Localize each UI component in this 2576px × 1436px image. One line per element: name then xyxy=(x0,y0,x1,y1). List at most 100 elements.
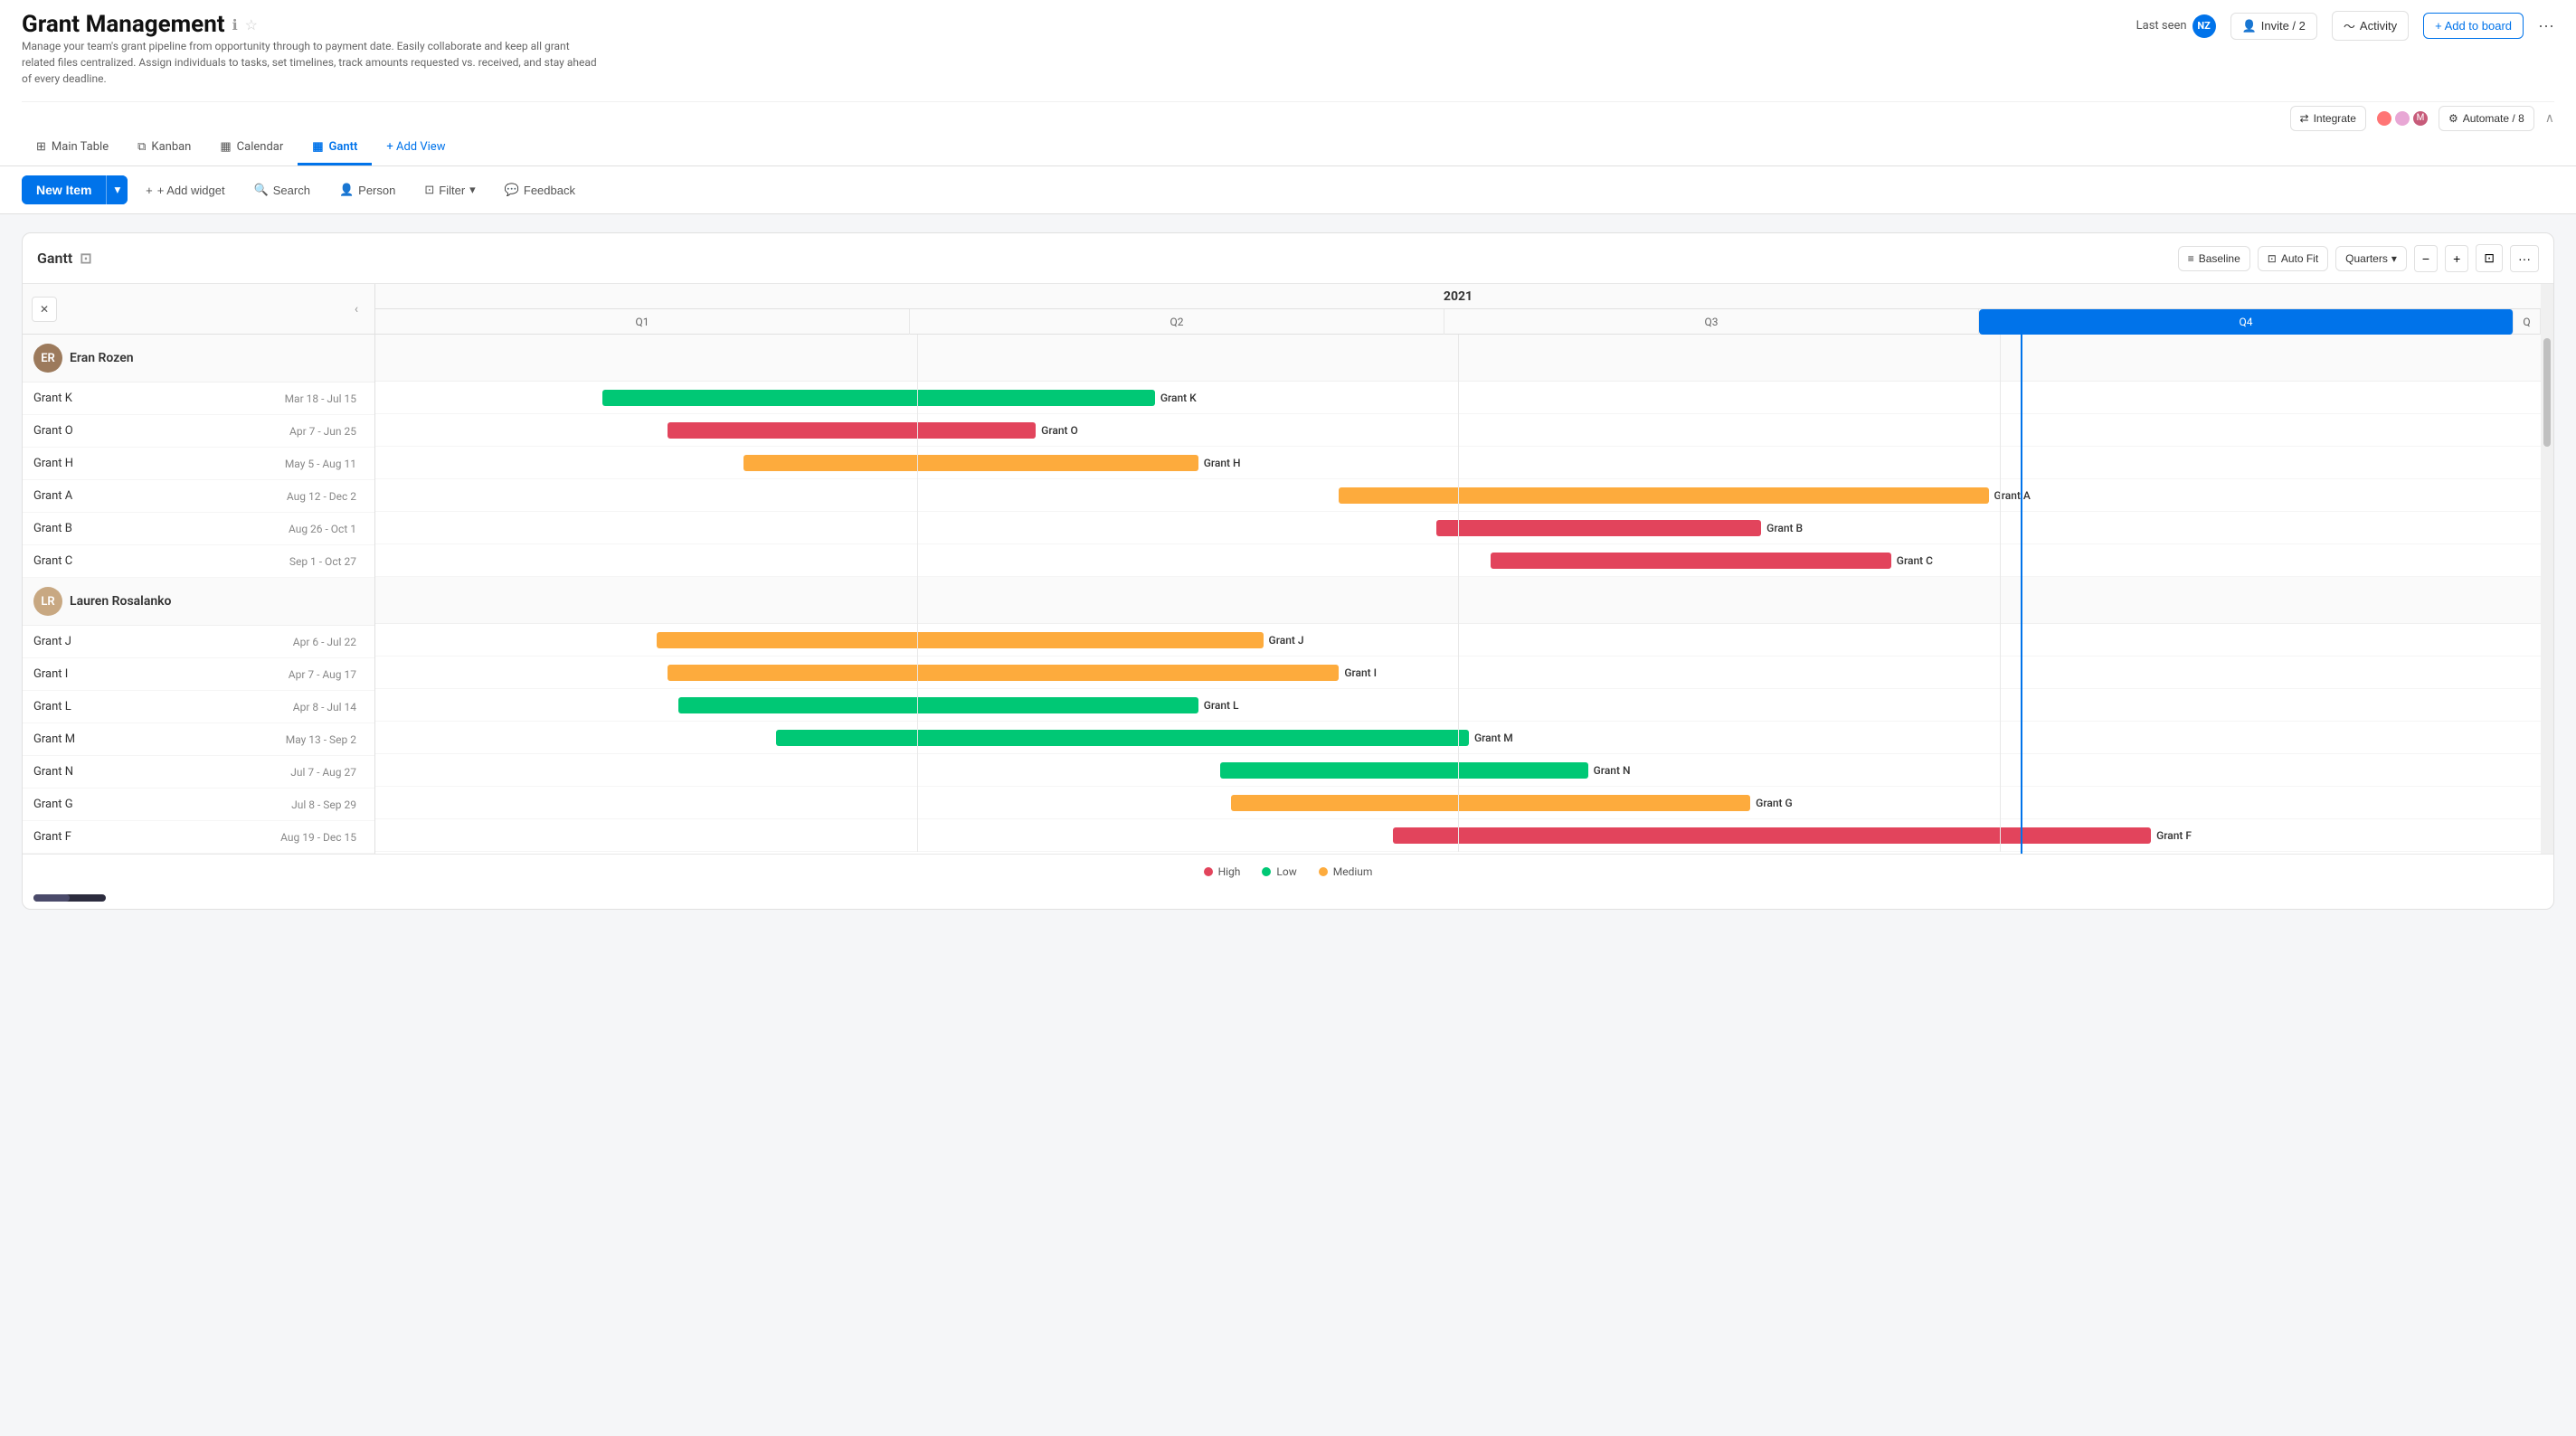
grant-date-eran-1: Apr 7 - Jun 25 xyxy=(106,425,364,438)
gantt-bar-label-lauren-3: Grant M xyxy=(1474,732,1513,744)
auto-fit-button[interactable]: ⊡ Auto Fit xyxy=(2258,246,2328,271)
grant-name-lauren-6: Grant F xyxy=(33,830,106,844)
legend-label-high: High xyxy=(1218,865,1241,878)
legend-label-medium: Medium xyxy=(1333,865,1373,878)
gantt-collapse-arrow[interactable]: ‹ xyxy=(346,298,367,320)
grant-row-eran-3: Grant A Aug 12 - Dec 2 xyxy=(23,480,374,513)
grant-date-lauren-3: May 13 - Sep 2 xyxy=(106,733,364,746)
grant-row-lauren-4: Grant N Jul 7 - Aug 27 xyxy=(23,756,374,789)
gantt-filter-icon[interactable]: ⊡ xyxy=(80,250,91,267)
scrollbar-container[interactable] xyxy=(2541,284,2553,854)
integrate-button[interactable]: ⇄ Integrate xyxy=(2290,106,2366,131)
gantt-bar-eran-2[interactable]: Grant H xyxy=(743,455,1198,471)
add-widget-icon: + xyxy=(146,184,153,197)
gantt-bar-lauren-4[interactable]: Grant N xyxy=(1220,762,1588,779)
quarter-q3: Q3 xyxy=(1444,309,1979,335)
header-right: Last seen NZ 👤 Invite / 2 〜 Activity + A… xyxy=(2136,11,2554,41)
top-bar: Grant Management ℹ ☆ Manage your team's … xyxy=(0,0,2576,166)
baseline-label: Baseline xyxy=(2199,252,2240,265)
add-to-board-button[interactable]: + Add to board xyxy=(2423,13,2524,39)
tab-add-view[interactable]: + Add View xyxy=(372,131,459,165)
new-item-dropdown[interactable]: ▾ xyxy=(106,175,128,204)
year-label: 2021 xyxy=(375,284,2541,309)
tab-gantt[interactable]: ▦ Gantt xyxy=(298,131,372,165)
tab-main-table[interactable]: ⊞ Main Table xyxy=(22,131,123,165)
timeline-row-lauren-3: Grant M xyxy=(375,722,2541,754)
quarter-q2: Q2 xyxy=(910,309,1444,335)
collapse-bar-icon[interactable]: ∧ xyxy=(2545,111,2554,126)
activity-icon: 〜 xyxy=(2344,17,2355,34)
export-button[interactable]: ⊡ xyxy=(2476,244,2503,272)
legend: High Low Medium xyxy=(23,854,2553,889)
bottom-scrollbar[interactable] xyxy=(33,894,106,902)
zoom-in-button[interactable]: + xyxy=(2445,245,2468,272)
legend-dot-high xyxy=(1204,867,1213,876)
grant-row-eran-2: Grant H May 5 - Aug 11 xyxy=(23,448,374,480)
grant-date-eran-0: Mar 18 - Jul 15 xyxy=(106,392,364,405)
grant-name-eran-5: Grant C xyxy=(33,554,106,568)
gantt-bar-eran-0[interactable]: Grant K xyxy=(602,390,1154,406)
legend-label-low: Low xyxy=(1276,865,1296,878)
person-button[interactable]: 👤 Person xyxy=(328,176,406,203)
gantt-bar-eran-4[interactable]: Grant B xyxy=(1436,520,1761,536)
grant-date-eran-2: May 5 - Aug 11 xyxy=(106,458,364,470)
main-content: Gantt ⊡ ≡ Baseline ⊡ Auto Fit Quarters ▾… xyxy=(0,214,2576,928)
grant-name-lauren-5: Grant G xyxy=(33,798,106,811)
gantt-timeline-rows: Grant K Grant O Grant H Grant A Grant B Grant… xyxy=(375,335,2541,852)
add-widget-button[interactable]: + + Add widget xyxy=(135,177,235,203)
activity-button[interactable]: 〜 Activity xyxy=(2332,11,2409,41)
baseline-button[interactable]: ≡ Baseline xyxy=(2178,246,2250,271)
add-view-label: + Add View xyxy=(386,140,445,154)
calendar-label: Calendar xyxy=(237,140,284,154)
timeline-row-eran-5: Grant C xyxy=(375,544,2541,577)
gantt-bar-lauren-1[interactable]: Grant I xyxy=(668,665,1339,681)
toolbar: New Item ▾ + + Add widget 🔍 Search 👤 Per… xyxy=(0,166,2576,214)
grant-name-lauren-4: Grant N xyxy=(33,765,106,779)
gantt-bar-eran-5[interactable]: Grant C xyxy=(1491,553,1891,569)
grant-date-lauren-6: Aug 19 - Dec 15 xyxy=(106,831,364,844)
star-icon[interactable]: ☆ xyxy=(245,16,258,33)
gantt-bar-lauren-6[interactable]: Grant F xyxy=(1393,827,2151,844)
collapse-icon[interactable]: ✕ xyxy=(32,297,57,322)
tab-kanban[interactable]: ⧉ Kanban xyxy=(123,131,205,165)
invite-button[interactable]: 👤 Invite / 2 xyxy=(2230,13,2317,40)
gantt-header: Gantt ⊡ ≡ Baseline ⊡ Auto Fit Quarters ▾… xyxy=(23,233,2553,284)
baseline-icon: ≡ xyxy=(2188,252,2194,265)
feedback-button[interactable]: 💬 Feedback xyxy=(494,176,586,203)
gantt-bar-eran-1[interactable]: Grant O xyxy=(668,422,1036,439)
quarters-button[interactable]: Quarters ▾ xyxy=(2335,246,2407,271)
legend-dot-medium xyxy=(1319,867,1328,876)
automate-button[interactable]: ⚙ Automate / 8 xyxy=(2439,106,2534,131)
gantt-bar-label-eran-5: Grant C xyxy=(1897,554,1933,567)
main-table-label: Main Table xyxy=(52,140,109,154)
bottom-scrollbar-thumb[interactable] xyxy=(33,894,70,902)
timeline-row-lauren-0: Grant J xyxy=(375,624,2541,657)
more-options-button[interactable]: ··· xyxy=(2538,16,2554,35)
gantt-bar-lauren-5[interactable]: Grant G xyxy=(1231,795,1751,811)
gantt-bar-lauren-2[interactable]: Grant L xyxy=(678,697,1198,713)
gantt-more-button[interactable]: ··· xyxy=(2510,245,2539,272)
zoom-out-button[interactable]: − xyxy=(2414,245,2438,272)
grant-row-lauren-1: Grant I Apr 7 - Aug 17 xyxy=(23,658,374,691)
new-item-button[interactable]: New Item xyxy=(22,175,106,204)
gantt-bar-eran-3[interactable]: Grant A xyxy=(1339,487,1988,504)
filter-label: Filter xyxy=(439,184,465,197)
search-icon: 🔍 xyxy=(254,183,269,197)
grant-row-lauren-3: Grant M May 13 - Sep 2 xyxy=(23,723,374,756)
gantt-bar-lauren-0[interactable]: Grant J xyxy=(657,632,1263,648)
timeline-person-spacer-lauren xyxy=(375,577,2541,624)
gantt-bar-lauren-3[interactable]: Grant M xyxy=(776,730,1469,746)
quarters-label: Quarters xyxy=(2345,252,2388,265)
gantt-left-panel: ✕ ‹ ER Eran Rozen Grant K Mar 18 - Jul 1… xyxy=(23,284,375,854)
app-header: Grant Management ℹ ☆ Manage your team's … xyxy=(22,11,2554,101)
tab-calendar[interactable]: ▦ Calendar xyxy=(205,131,298,165)
gantt-bar-label-lauren-5: Grant G xyxy=(1756,797,1793,809)
auto-fit-icon: ⊡ xyxy=(2268,252,2277,265)
search-button[interactable]: 🔍 Search xyxy=(243,176,321,203)
info-icon[interactable]: ℹ xyxy=(232,16,238,33)
grant-date-lauren-4: Jul 7 - Aug 27 xyxy=(106,766,364,779)
filter-button[interactable]: ⊡ Filter ▾ xyxy=(413,176,486,203)
scrollbar-thumb[interactable] xyxy=(2543,338,2551,447)
main-table-icon: ⊞ xyxy=(36,140,46,154)
grant-name-lauren-0: Grant J xyxy=(33,635,106,648)
